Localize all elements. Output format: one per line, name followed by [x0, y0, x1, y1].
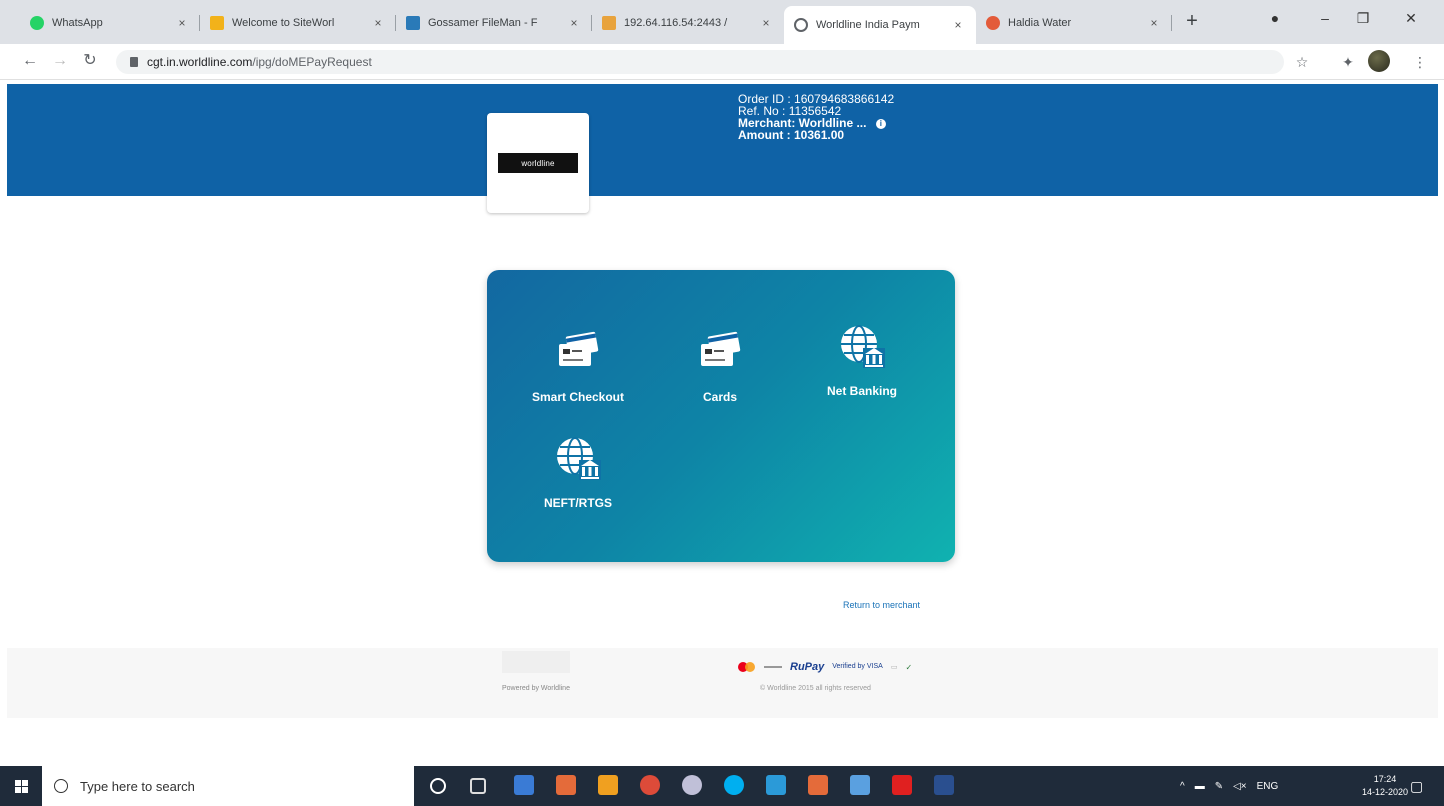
address-bar-row: ← → ↻ cgt.in.worldline.com/ipg/doMEPayRe… [0, 44, 1444, 80]
app-satellite-icon[interactable] [682, 775, 702, 795]
header-banner [7, 84, 1438, 196]
close-tab-icon[interactable]: × [174, 16, 190, 30]
profile-avatar[interactable] [1368, 50, 1390, 72]
app-red-icon[interactable] [892, 775, 912, 795]
option-label: Cards [702, 390, 737, 404]
skype-icon[interactable] [724, 775, 744, 795]
tab-ip-address[interactable]: 192.64.116.54:2443 / × [592, 6, 784, 40]
card-icon [701, 331, 741, 366]
close-tab-icon[interactable]: × [1146, 16, 1162, 30]
mastercard-icon [738, 662, 756, 672]
option-net-banking[interactable]: Net Banking [807, 322, 917, 400]
extensions-puzzle-icon[interactable]: ✦ [1338, 54, 1358, 71]
option-neft-rtgs[interactable]: NEFT/RTGS [523, 434, 633, 512]
tab-siteworld[interactable]: Welcome to SiteWorl × [200, 6, 396, 40]
lock-icon [130, 57, 138, 67]
tab-gossamer[interactable]: Gossamer FileMan - F × [396, 6, 592, 40]
browser-tab-strip: WhatsApp × Welcome to SiteWorl × Gossame… [0, 0, 1444, 44]
card-icon [559, 331, 599, 366]
search-placeholder: Type here to search [80, 778, 195, 794]
safekey-icon: ▭ [890, 664, 898, 671]
extension-circle-icon[interactable]: ● [1260, 10, 1290, 26]
windows-logo-icon [14, 779, 28, 793]
reload-icon[interactable]: ↻ [80, 52, 100, 70]
globe-bank-icon [557, 437, 601, 480]
volume-icon[interactable]: ◁× [1233, 781, 1247, 792]
order-info: Order ID : 160794683866142 Ref. No : 113… [738, 93, 894, 141]
globe-icon [794, 18, 808, 32]
cpanel-icon [602, 16, 616, 30]
tab-haldia-water[interactable]: Haldia Water × [976, 6, 1172, 40]
tab-whatsapp[interactable]: WhatsApp × [20, 6, 200, 40]
url-bar[interactable]: cgt.in.worldline.com/ipg/doMEPayRequest [116, 50, 1284, 74]
siteworld-icon [210, 16, 224, 30]
rupay-logo: RuPay [790, 661, 825, 673]
option-smart-checkout[interactable]: Smart Checkout [523, 328, 633, 406]
option-label: Net Banking [826, 384, 897, 398]
footer-logo-placeholder [502, 651, 570, 673]
pen-icon[interactable]: ✎ [1215, 781, 1223, 792]
back-icon[interactable]: ← [20, 52, 40, 70]
verified-by-visa-logo: Verified by VISA [832, 663, 883, 670]
close-tab-icon[interactable]: × [370, 16, 386, 30]
globe-bank-icon [841, 325, 885, 368]
star-icon[interactable]: ☆ [1292, 54, 1312, 71]
payment-network-logos: RuPay Verified by VISA ▭ ✓ [738, 656, 912, 678]
page-footer [7, 648, 1438, 718]
tray-chevron-icon[interactable]: ^ [1180, 781, 1185, 792]
menu-kebab-icon[interactable]: ⋮ [1410, 54, 1430, 71]
sublime-icon[interactable] [598, 775, 618, 795]
close-tab-icon[interactable]: × [758, 16, 774, 30]
file-explorer-icon[interactable] [514, 775, 534, 795]
network-icon[interactable]: ▬ [1195, 781, 1205, 792]
taskbar-search[interactable]: Type here to search [42, 766, 414, 806]
payment-options-panel: Smart Checkout Cards Net Banking NEFT/RT… [487, 270, 955, 562]
minimize-icon[interactable]: – [1310, 10, 1340, 26]
option-label: Smart Checkout [531, 390, 625, 404]
app-orange-icon[interactable] [556, 775, 576, 795]
language-indicator[interactable]: ENG [1257, 781, 1279, 792]
chrome-icon[interactable] [640, 775, 660, 795]
security-badge-icon: ✓ [905, 662, 913, 672]
search-icon [54, 779, 68, 793]
haldia-icon [986, 16, 1000, 30]
option-cards[interactable]: Cards [665, 328, 775, 406]
url-path: /ipg/doMEPayRequest [252, 55, 372, 69]
info-icon[interactable]: i [875, 118, 886, 129]
worldline-logo: worldline [498, 153, 578, 173]
notification-icon[interactable]: ▢ [1410, 766, 1423, 806]
maximize-icon[interactable]: ❐ [1348, 10, 1378, 27]
app-word-icon[interactable] [934, 775, 954, 795]
app-orange-2-icon[interactable] [808, 775, 828, 795]
start-button[interactable] [0, 766, 42, 806]
windows-taskbar: Type here to search ^ ▬ ✎ ◁× ENG ▢ [0, 766, 1444, 806]
forward-icon[interactable]: → [50, 52, 70, 70]
merchant-logo-card: worldline [487, 113, 589, 213]
app-blue-icon[interactable] [766, 775, 786, 795]
task-view-icon[interactable] [470, 778, 486, 794]
system-tray: ^ ▬ ✎ ◁× ENG [1180, 766, 1278, 806]
new-tab-button[interactable]: + [1180, 11, 1204, 31]
tab-worldline[interactable]: Worldline India Paym × [784, 6, 976, 44]
return-to-merchant-link[interactable]: Return to merchant [843, 600, 920, 610]
copyright-text: © Worldline 2015 all rights reserved [760, 685, 871, 692]
fileman-icon [406, 16, 420, 30]
securecode-icon [764, 666, 782, 668]
url-host: cgt.in.worldline.com [147, 55, 253, 69]
cortana-icon[interactable] [430, 778, 446, 794]
whatsapp-icon [30, 16, 44, 30]
close-tab-icon[interactable]: × [950, 18, 966, 32]
powered-by-text: Powered by Worldline [502, 685, 570, 692]
option-label: NEFT/RTGS [544, 496, 612, 510]
close-tab-icon[interactable]: × [566, 16, 582, 30]
app-paint-icon[interactable] [850, 775, 870, 795]
amount-row: Amount : 10361.00 [738, 128, 845, 142]
taskbar-clock[interactable]: 17:24 14-12-2020 [1362, 773, 1408, 799]
close-window-icon[interactable]: ✕ [1396, 10, 1426, 27]
